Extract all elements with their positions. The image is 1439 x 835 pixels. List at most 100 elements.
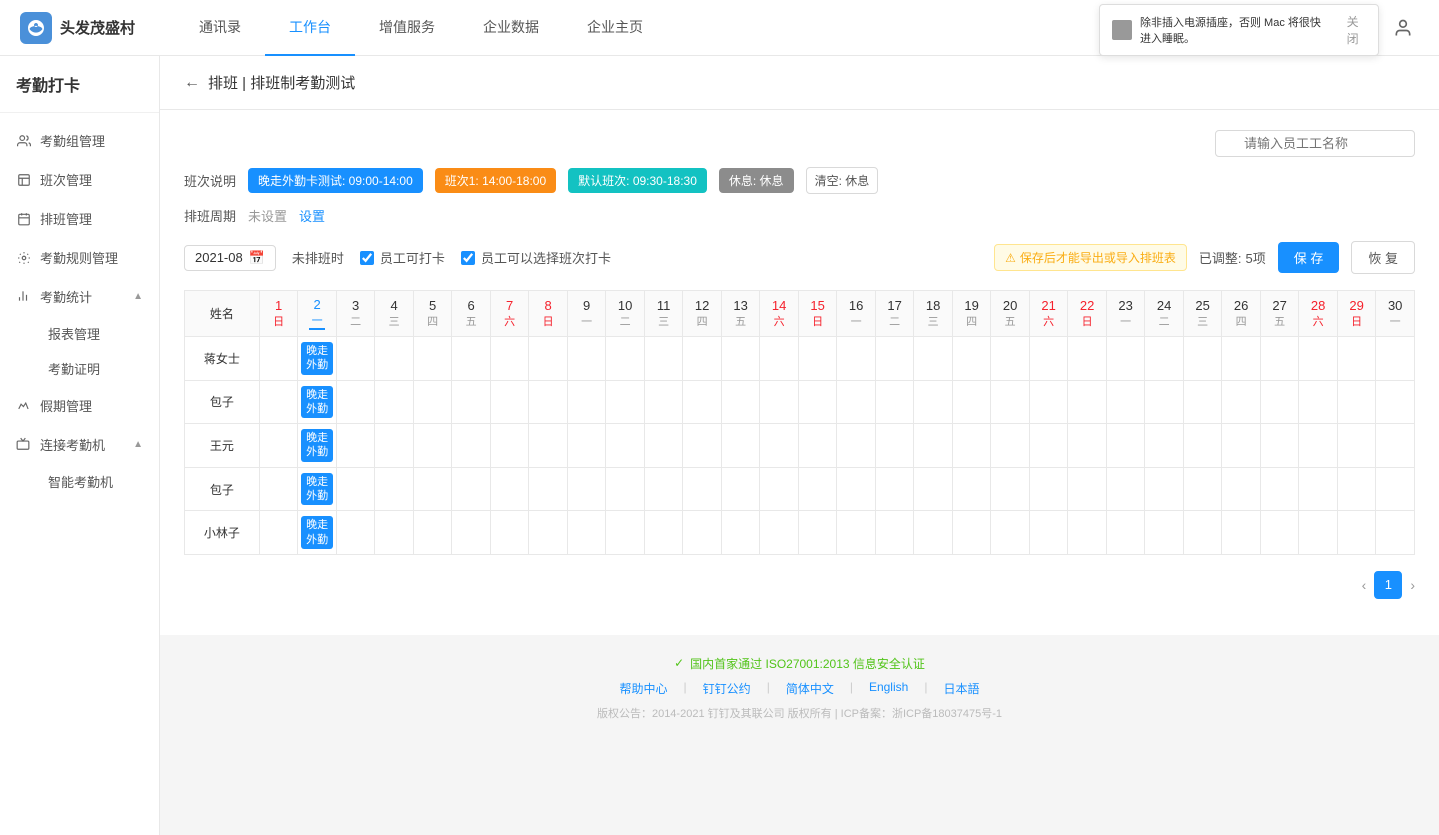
cell-0-0[interactable]	[259, 337, 298, 381]
shift-tag-rest[interactable]: 休息: 休息	[719, 168, 794, 193]
cell-1-17[interactable]	[914, 380, 953, 424]
cell-4-23[interactable]	[1145, 511, 1184, 555]
restore-button[interactable]: 恢 复	[1351, 241, 1415, 274]
cell-4-21[interactable]	[1068, 511, 1107, 555]
shift-tag-late-out[interactable]: 晚走外勤卡测试: 09:00-14:00	[248, 168, 423, 193]
cell-1-7[interactable]	[529, 380, 568, 424]
cell-0-1[interactable]: 晚走 外勤	[298, 337, 337, 381]
cell-2-0[interactable]	[259, 424, 298, 468]
cell-0-28[interactable]	[1337, 337, 1376, 381]
cell-2-19[interactable]	[991, 424, 1030, 468]
cell-4-10[interactable]	[644, 511, 683, 555]
cell-3-15[interactable]	[837, 467, 876, 511]
cell-2-21[interactable]	[1068, 424, 1107, 468]
cell-4-11[interactable]	[683, 511, 722, 555]
nav-enterprise-home[interactable]: 企业主页	[563, 0, 667, 56]
cell-1-23[interactable]	[1145, 380, 1184, 424]
cell-4-1[interactable]: 晚走 外勤	[298, 511, 337, 555]
cell-2-4[interactable]	[413, 424, 452, 468]
checkbox-choose-shift-input[interactable]	[461, 251, 475, 265]
cell-0-11[interactable]	[683, 337, 722, 381]
cell-1-18[interactable]	[952, 380, 991, 424]
cell-0-15[interactable]	[837, 337, 876, 381]
cell-3-13[interactable]	[760, 467, 799, 511]
cell-1-8[interactable]	[567, 380, 606, 424]
cell-4-24[interactable]	[1183, 511, 1222, 555]
cell-2-25[interactable]	[1222, 424, 1261, 468]
cell-0-29[interactable]	[1376, 337, 1415, 381]
cell-0-10[interactable]	[644, 337, 683, 381]
sidebar-item-report-manage[interactable]: 报表管理	[24, 316, 159, 351]
cell-1-28[interactable]	[1337, 380, 1376, 424]
cell-3-3[interactable]	[375, 467, 414, 511]
cell-2-20[interactable]	[1029, 424, 1068, 468]
cell-4-3[interactable]	[375, 511, 414, 555]
cell-0-5[interactable]	[452, 337, 491, 381]
cell-1-21[interactable]	[1068, 380, 1107, 424]
cell-3-12[interactable]	[721, 467, 760, 511]
cell-3-29[interactable]	[1376, 467, 1415, 511]
cell-3-5[interactable]	[452, 467, 491, 511]
cell-3-25[interactable]	[1222, 467, 1261, 511]
cell-1-11[interactable]	[683, 380, 722, 424]
nav-contacts[interactable]: 通讯录	[175, 0, 265, 56]
cell-1-0[interactable]	[259, 380, 298, 424]
cell-0-6[interactable]	[490, 337, 529, 381]
cell-3-9[interactable]	[606, 467, 645, 511]
cell-1-12[interactable]	[721, 380, 760, 424]
cell-1-9[interactable]	[606, 380, 645, 424]
cell-2-24[interactable]	[1183, 424, 1222, 468]
cell-3-24[interactable]	[1183, 467, 1222, 511]
cell-1-1[interactable]: 晚走 外勤	[298, 380, 337, 424]
cell-0-3[interactable]	[375, 337, 414, 381]
cell-1-14[interactable]	[798, 380, 837, 424]
cell-3-23[interactable]	[1145, 467, 1184, 511]
cell-4-18[interactable]	[952, 511, 991, 555]
next-page-button[interactable]: ›	[1410, 577, 1415, 593]
cell-2-26[interactable]	[1260, 424, 1299, 468]
cell-1-13[interactable]	[760, 380, 799, 424]
cell-4-19[interactable]	[991, 511, 1030, 555]
date-picker[interactable]: 2021-08 📅	[184, 245, 276, 271]
cell-3-19[interactable]	[991, 467, 1030, 511]
cell-4-25[interactable]	[1222, 511, 1261, 555]
cell-2-10[interactable]	[644, 424, 683, 468]
sidebar-item-stats[interactable]: 考勤统计 ▲	[0, 277, 159, 316]
cell-3-10[interactable]	[644, 467, 683, 511]
cell-0-20[interactable]	[1029, 337, 1068, 381]
notification-close[interactable]: 关闭	[1347, 13, 1366, 47]
cell-1-26[interactable]	[1260, 380, 1299, 424]
cell-4-22[interactable]	[1106, 511, 1145, 555]
cell-4-27[interactable]	[1299, 511, 1338, 555]
cell-4-28[interactable]	[1337, 511, 1376, 555]
cell-3-8[interactable]	[567, 467, 606, 511]
cell-1-3[interactable]	[375, 380, 414, 424]
cell-2-6[interactable]	[490, 424, 529, 468]
sidebar-item-leave-manage[interactable]: 假期管理	[0, 386, 159, 425]
cell-4-29[interactable]	[1376, 511, 1415, 555]
app-logo[interactable]: 头发茂盛村	[20, 12, 135, 44]
cell-3-21[interactable]	[1068, 467, 1107, 511]
cell-4-6[interactable]	[490, 511, 529, 555]
cell-0-12[interactable]	[721, 337, 760, 381]
cell-0-26[interactable]	[1260, 337, 1299, 381]
cell-4-2[interactable]	[336, 511, 375, 555]
cell-3-17[interactable]	[914, 467, 953, 511]
cell-2-18[interactable]	[952, 424, 991, 468]
sidebar-item-attendance-cert[interactable]: 考勤证明	[24, 351, 159, 386]
cell-3-20[interactable]	[1029, 467, 1068, 511]
cell-4-4[interactable]	[413, 511, 452, 555]
sidebar-item-smart-machine[interactable]: 智能考勤机	[24, 464, 159, 499]
cell-4-8[interactable]	[567, 511, 606, 555]
cell-1-20[interactable]	[1029, 380, 1068, 424]
cell-3-4[interactable]	[413, 467, 452, 511]
cell-3-16[interactable]	[875, 467, 914, 511]
sidebar-item-connect-machine[interactable]: 连接考勤机 ▲	[0, 425, 159, 464]
cell-0-22[interactable]	[1106, 337, 1145, 381]
cell-2-12[interactable]	[721, 424, 760, 468]
user-icon[interactable]	[1387, 12, 1419, 44]
footer-en[interactable]: English	[869, 680, 908, 697]
footer-zh[interactable]: 简体中文	[786, 680, 834, 697]
cell-1-19[interactable]	[991, 380, 1030, 424]
cell-2-22[interactable]	[1106, 424, 1145, 468]
